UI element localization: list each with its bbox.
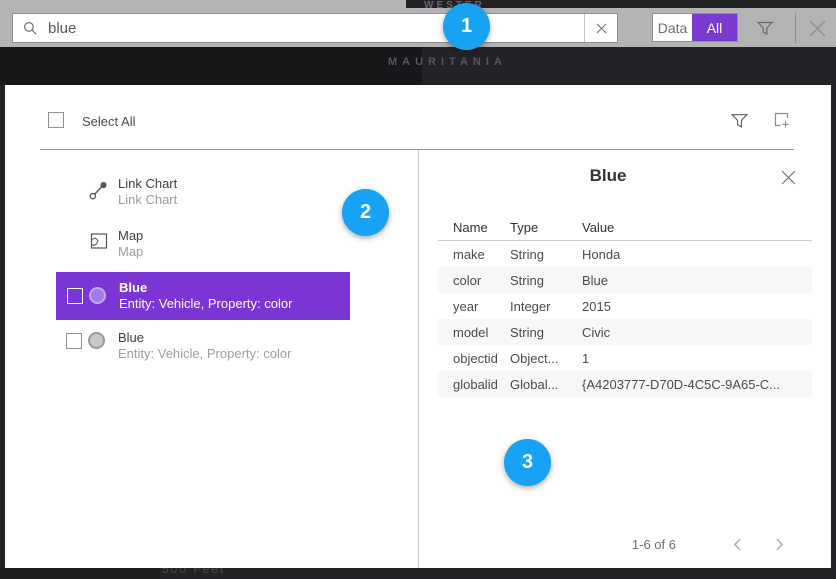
search-scope-toggle: Data All bbox=[652, 13, 738, 42]
map-country-label: MAURITANIA bbox=[388, 56, 507, 68]
property-type: String bbox=[510, 325, 582, 340]
property-type: Integer bbox=[510, 299, 582, 314]
property-row: objectid Object... 1 bbox=[438, 345, 812, 371]
scope-all-button[interactable]: All bbox=[692, 14, 737, 41]
property-row: model String Civic bbox=[438, 319, 812, 345]
callout-badge-1: 1 bbox=[443, 3, 490, 50]
close-icon bbox=[780, 169, 797, 186]
column-header-name: Name bbox=[438, 220, 510, 235]
property-value: 2015 bbox=[582, 299, 812, 314]
add-selection-icon bbox=[771, 110, 791, 130]
callout-badge-2: 2 bbox=[342, 189, 389, 236]
toolbar-divider bbox=[795, 13, 796, 43]
property-type: String bbox=[510, 273, 582, 288]
result-item-title[interactable]: Link Chart bbox=[118, 176, 177, 191]
result-item-title[interactable]: Blue bbox=[118, 330, 144, 345]
entity-circle-icon bbox=[89, 287, 106, 304]
result-item-checkbox[interactable] bbox=[67, 288, 83, 304]
property-name: make bbox=[438, 247, 510, 262]
pagination-prev-button[interactable] bbox=[728, 535, 746, 553]
search-icon bbox=[23, 21, 38, 36]
toolbar-filter-button[interactable] bbox=[753, 17, 777, 39]
pagination: 1-6 of 6 bbox=[438, 533, 812, 555]
result-item-subtitle: Link Chart bbox=[118, 192, 177, 207]
close-search-button[interactable] bbox=[803, 15, 831, 41]
search-box[interactable] bbox=[12, 13, 618, 43]
close-icon bbox=[806, 17, 829, 40]
chevron-right-icon bbox=[775, 538, 784, 551]
property-row: globalid Global... {A4203777-D70D-4C5C-9… bbox=[438, 371, 812, 397]
detail-close-button[interactable] bbox=[777, 167, 799, 187]
property-name: model bbox=[438, 325, 510, 340]
property-type: Object... bbox=[510, 351, 582, 366]
filter-icon bbox=[756, 19, 774, 37]
property-name: objectid bbox=[438, 351, 510, 366]
search-overlay-screen: WESTER 500 Feet Data All MAURITANIA Sele… bbox=[0, 0, 836, 579]
search-toolbar: Data All bbox=[0, 8, 836, 47]
result-item-selected[interactable]: Blue Entity: Vehicle, Property: color bbox=[56, 272, 350, 320]
map-icon bbox=[89, 231, 109, 256]
property-name: year bbox=[438, 299, 510, 314]
link-chart-icon bbox=[88, 180, 109, 206]
result-item-subtitle: Entity: Vehicle, Property: color bbox=[118, 346, 291, 361]
search-results-panel: Select All Link Chart Link Chart Map Map… bbox=[5, 85, 831, 568]
property-type: String bbox=[510, 247, 582, 262]
property-value: Civic bbox=[582, 325, 812, 340]
result-item-checkbox[interactable] bbox=[66, 333, 82, 349]
filter-icon bbox=[730, 111, 749, 130]
properties-table: Name Type Value make String Honda color … bbox=[438, 215, 812, 397]
property-row: year Integer 2015 bbox=[438, 293, 812, 319]
result-item-title[interactable]: Map bbox=[118, 228, 143, 243]
property-type: Global... bbox=[510, 377, 582, 392]
clear-search-button[interactable] bbox=[584, 14, 617, 42]
results-filter-button[interactable] bbox=[727, 109, 751, 131]
pagination-range: 1-6 of 6 bbox=[632, 537, 676, 552]
map-dark-region bbox=[0, 47, 422, 85]
select-all-label: Select All bbox=[82, 114, 135, 129]
property-row: make String Honda bbox=[438, 241, 812, 267]
add-to-selection-button[interactable] bbox=[769, 109, 793, 131]
property-value: 1 bbox=[582, 351, 812, 366]
result-item-title: Blue bbox=[119, 280, 147, 295]
detail-title: Blue bbox=[438, 166, 778, 186]
select-all-checkbox[interactable] bbox=[48, 112, 64, 128]
column-header-value: Value bbox=[582, 220, 812, 235]
entity-circle-icon bbox=[88, 332, 105, 349]
property-row: color String Blue bbox=[438, 267, 812, 293]
map-dark-region-bottom bbox=[0, 568, 160, 579]
properties-table-header: Name Type Value bbox=[438, 215, 812, 240]
property-value: {A4203777-D70D-4C5C-9A65-C... bbox=[582, 377, 812, 392]
panel-divider bbox=[418, 150, 419, 568]
pagination-next-button[interactable] bbox=[770, 535, 788, 553]
header-divider bbox=[40, 149, 794, 150]
property-name: color bbox=[438, 273, 510, 288]
property-name: globalid bbox=[438, 377, 510, 392]
callout-badge-3: 3 bbox=[504, 439, 551, 486]
chevron-left-icon bbox=[733, 538, 742, 551]
scope-data-button[interactable]: Data bbox=[653, 14, 692, 41]
search-input[interactable] bbox=[48, 20, 584, 37]
column-header-type: Type bbox=[510, 220, 582, 235]
result-item-subtitle: Map bbox=[118, 244, 143, 259]
result-item-subtitle: Entity: Vehicle, Property: color bbox=[119, 296, 292, 311]
property-value: Honda bbox=[582, 247, 812, 262]
property-value: Blue bbox=[582, 273, 812, 288]
clear-search-icon bbox=[596, 23, 607, 34]
